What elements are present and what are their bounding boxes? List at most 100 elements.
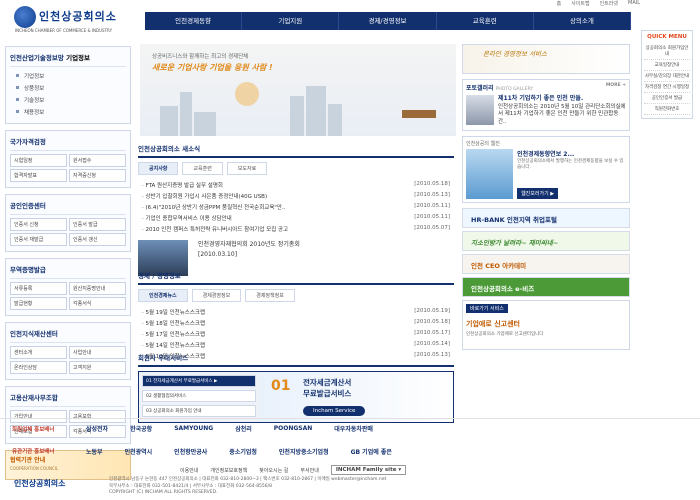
- gnb-item-info[interactable]: 경제/경영정보: [339, 12, 437, 30]
- quick-menu-item[interactable]: 자격검정 연간 시행일정: [644, 82, 690, 93]
- cert-center-box: 공인인증센터 인증서 신청 인증서 발급 인증서 재발급 인증서 갱신: [5, 194, 131, 252]
- econ-row[interactable]: 5월 19일 인천뉴스스크랩 [2010.05.19]: [138, 306, 454, 317]
- news-row[interactable]: 기업인 종합무역서비스 이용 상담안내 [2010.05.11]: [138, 212, 454, 223]
- util-home-link[interactable]: 홈: [557, 0, 562, 8]
- webzine-title[interactable]: 인천경제동향연보 2...: [517, 149, 626, 158]
- info-item[interactable]: 채용정보: [10, 106, 126, 118]
- site-logo[interactable]: 인천상공회의소 INCHEON CHAMBER OF COMMERCE & IN…: [14, 6, 134, 34]
- cert-exam-button[interactable]: 합격자발표: [10, 169, 67, 182]
- gnb-item-economy[interactable]: 인천경제동향: [145, 12, 243, 30]
- gnb-item-education[interactable]: 교육훈련: [437, 12, 534, 30]
- ip-center-button[interactable]: 온라인상담: [10, 361, 67, 374]
- footer-link[interactable]: 부서안내: [300, 467, 318, 474]
- util-sitemap-link[interactable]: 사이트맵: [571, 0, 589, 8]
- trade-button[interactable]: 각종서식: [69, 297, 126, 310]
- info-item[interactable]: 상품정보: [10, 82, 126, 94]
- complaint-center[interactable]: 바로가기 서비스 기업애로 신고센터 인천상공회의소 기업애로 신고센터입니다: [462, 299, 630, 350]
- info-item[interactable]: 기업정보: [10, 70, 126, 82]
- org-logo[interactable]: GB 기업에 좋은: [345, 447, 398, 456]
- quick-menu-item[interactable]: 직원전화번호: [644, 104, 690, 115]
- partner-logo[interactable]: 삼성전자: [80, 424, 114, 433]
- service-number: 01: [271, 378, 291, 394]
- tab-notice[interactable]: 공지사항: [138, 162, 179, 175]
- quick-menu-item[interactable]: 공인인증서 발급: [644, 93, 690, 104]
- webzine-cover[interactable]: [466, 148, 514, 199]
- news-row-title: (6.4)"2010년 상반기 성금PPM 품질혁신 전국순회교육"안..: [142, 203, 286, 211]
- footer-link[interactable]: 찾아오시는 길: [259, 467, 288, 474]
- service-list-item[interactable]: 03 상공회의소 회원가입 안내: [142, 405, 256, 417]
- cert-center-button[interactable]: 인증서 갱신: [69, 233, 126, 246]
- econ-row[interactable]: 5월 14일 인천뉴스스크랩 [2010.05.14]: [138, 339, 454, 350]
- incham-service-button[interactable]: Incham Service: [303, 406, 366, 416]
- org-logo[interactable]: 중소기업청: [223, 447, 263, 456]
- ceo-academy-banner[interactable]: 인천 CEO 아카데미: [462, 253, 630, 274]
- tab-press[interactable]: 보도자료: [226, 162, 268, 175]
- econ-row[interactable]: 5월 18일 인천뉴스스크랩 [2010.05.18]: [138, 317, 454, 328]
- trade-button[interactable]: 원산지증명안내: [69, 282, 126, 295]
- tab-education[interactable]: 교육훈련: [182, 162, 223, 175]
- gnb-item-about[interactable]: 상의소개: [534, 12, 632, 30]
- partner-logo[interactable]: 삼천리: [229, 424, 258, 433]
- util-mail-link[interactable]: MAIL: [628, 0, 640, 8]
- webzine-button[interactable]: 웹진보러가기 ▶: [517, 187, 559, 199]
- econ-row-date: [2010.05.17]: [414, 329, 450, 336]
- cert-exam-button[interactable]: 원서접수: [69, 154, 126, 167]
- cert-exam-box: 국가자격검정 시험일정 원서접수 합격자발표 자격증신청: [5, 130, 131, 188]
- news-row[interactable]: (6.4)"2010년 상반기 성금PPM 품질혁신 전국순회교육"안.. [20…: [138, 201, 454, 212]
- news-row[interactable]: FTA 원산지증명 발급 실무 설명회 [2010.05.18]: [138, 179, 454, 190]
- cert-center-button[interactable]: 인증서 재발급: [10, 233, 67, 246]
- ip-center-button[interactable]: 고객지원: [69, 361, 126, 374]
- footer-link[interactable]: 개인정보보호정책: [210, 467, 247, 474]
- jobsite-banner[interactable]: 지소인방가 날려라~ 재미씨네~: [462, 230, 630, 251]
- news-section: 인천상공회의소 새소식 공지사항 교육훈련 보도자료 FTA 원산지증명 발급 …: [138, 143, 454, 280]
- tab-incheon-news[interactable]: 인천경제뉴스: [138, 289, 188, 302]
- hr-bank-banner[interactable]: HR-BANK 인천지역 취업포털: [462, 207, 630, 228]
- tab-econ-info[interactable]: 경제경영정보: [191, 289, 242, 302]
- complaint-title: 기업애로 신고센터: [466, 319, 520, 328]
- family-site-select[interactable]: INCHAM Family site ▾: [330, 465, 407, 475]
- tab-policy-info[interactable]: 경제정책정보: [245, 289, 295, 302]
- gnb-item-support[interactable]: 기업지원: [242, 12, 340, 30]
- service-feature[interactable]: 01 전자세금계산서 무료발급서비스 Incham Service: [259, 372, 453, 422]
- org-logo[interactable]: 노동부: [80, 447, 109, 456]
- news-row[interactable]: 상반기 입찰회원 가입시 사은품 증정안내(40G USB) [2010.05.1…: [138, 190, 454, 201]
- related-org-strip: 유관기관 홍보배너 노동부 인천광역시 인천항만공사 중소기업청 인천지방중소기…: [0, 441, 700, 461]
- webzine-desc: 인천상공회의소에서 발행하는 인천경제동향을 보실 수 있습니다.: [517, 158, 624, 170]
- cert-center-button[interactable]: 인증서 신청: [10, 218, 67, 231]
- info-item[interactable]: 기술정보: [10, 94, 126, 106]
- cert-center-button[interactable]: 인증서 발급: [69, 218, 126, 231]
- org-logo[interactable]: 인천광역시: [119, 447, 159, 456]
- partner-logo[interactable]: 한국공항: [124, 424, 158, 433]
- cert-exam-button[interactable]: 시험일정: [10, 154, 67, 167]
- util-intranet-link[interactable]: 인트라넷: [600, 0, 618, 8]
- hero-visual: 상공비즈니스와 함께하는 최고의 경제단체 새로운 기업사랑 기업을 응원 사람…: [140, 44, 456, 136]
- org-logo[interactable]: 인천항만공사: [168, 447, 213, 456]
- econ-row[interactable]: 5월 17일 인천뉴스스크랩 [2010.05.17]: [138, 328, 454, 339]
- footer-link[interactable]: 이용안내: [180, 467, 198, 474]
- cert-exam-button[interactable]: 자격증신청: [69, 169, 126, 182]
- trade-button[interactable]: 서류등록: [10, 282, 67, 295]
- quick-menu-item[interactable]: 사무실/강의장 대관안내: [644, 71, 690, 82]
- ip-center-button[interactable]: 사업안내: [69, 346, 126, 359]
- online-info-banner[interactable]: 온라인 경영정보 서비스: [462, 44, 630, 74]
- photo-news-title: 인천경영자재협의회 2010년도 정기총회: [198, 241, 300, 248]
- gallery-item[interactable]: 제11차 기업하기 좋은 인천 만들. 인천상공회의소는 2010년 5월 10…: [466, 95, 626, 127]
- service-list-item[interactable]: 01 전자세금계산서 무료발급서비스 ▶: [142, 375, 256, 387]
- gallery-more-link[interactable]: MORE +: [606, 83, 626, 92]
- news-row[interactable]: 2010 인천 캠퍼스 특허전략 유니버시아드 참여기업 모집 공고 [2010.…: [138, 223, 454, 234]
- trade-button[interactable]: 발급현황: [10, 297, 67, 310]
- ebiz-banner[interactable]: 인천상공회의소 e-비즈: [462, 276, 630, 297]
- ip-center-button[interactable]: 센터소개: [10, 346, 67, 359]
- building-shape: [306, 86, 326, 136]
- partner-logo[interactable]: 대우자동차판매: [328, 424, 379, 433]
- partner-logo[interactable]: POONGSAN: [268, 425, 319, 432]
- service-list-item[interactable]: 02 생활협업의서비스: [142, 390, 256, 402]
- member-banner-label: 회원업체 홍보배너: [12, 426, 55, 433]
- quick-menu-item[interactable]: 상공회의소 회원가입안내: [644, 43, 690, 60]
- building-shape: [180, 92, 192, 136]
- quick-menu-item[interactable]: 교육일정안내: [644, 60, 690, 71]
- org-logo[interactable]: 인천지방중소기업청: [273, 447, 335, 456]
- ip-center-box: 인천지식재산센터 센터소개 사업안내 온라인상담 고객지원: [5, 322, 131, 380]
- partner-logo[interactable]: SAMYOUNG: [168, 425, 219, 432]
- gallery-desc: 인천상공회의소는 2010년 5월 10일 관리단소회의실에서 제11차 기업하…: [497, 103, 626, 126]
